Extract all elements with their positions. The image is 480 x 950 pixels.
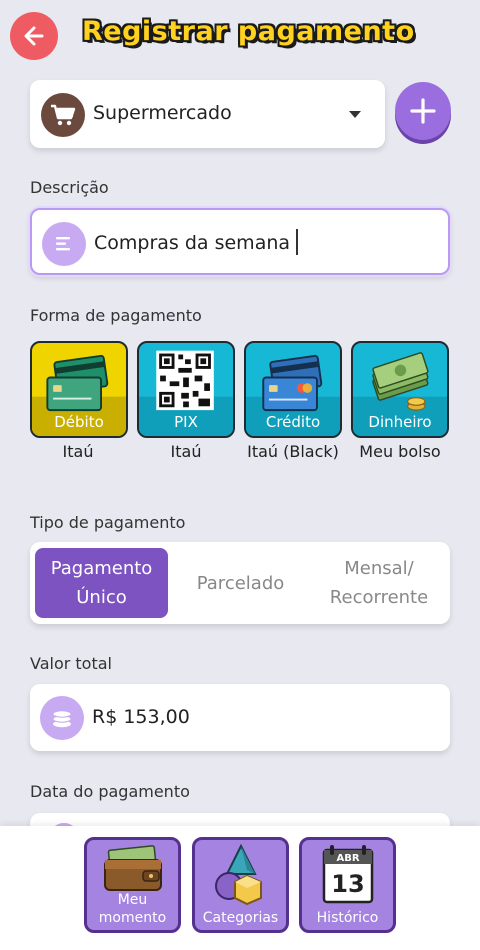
nav-categorias[interactable]: Categorias: [192, 837, 289, 933]
payment-option-pix[interactable]: PIX: [137, 341, 235, 438]
nav-meu-momento[interactable]: Meu momento: [84, 837, 181, 933]
total-value: R$ 153,00: [92, 706, 190, 728]
chevron-down-icon: [349, 111, 361, 118]
description-input[interactable]: Compras da semana: [30, 208, 450, 275]
header: Registrar pagamento: [0, 0, 480, 72]
add-category-button[interactable]: [395, 82, 451, 140]
payment-option-account: Itaú: [62, 442, 94, 461]
calendar-month: ABR: [336, 853, 359, 864]
category-select[interactable]: Supermercado: [30, 80, 385, 148]
payment-option-name: Crédito: [265, 413, 321, 431]
payment-type-parcelado[interactable]: Parcelado: [178, 548, 303, 618]
description-value: Compras da semana: [94, 232, 291, 254]
payment-type-label: Tipo de pagamento: [30, 513, 186, 532]
payment-option-account: Meu bolso: [359, 442, 441, 461]
nav-label: Meu momento: [98, 892, 167, 926]
text-cursor: [296, 228, 299, 255]
payment-option-credito[interactable]: Crédito: [244, 341, 342, 438]
back-button[interactable]: [10, 12, 58, 60]
payment-type-selector: Pagamento Único Parcelado Mensal/ Recorr…: [30, 542, 450, 624]
category-label: Supermercado: [93, 102, 232, 124]
nav-label: Categorias: [202, 910, 279, 926]
nav-label: Histórico: [316, 910, 379, 926]
arrow-left-icon: [24, 26, 44, 46]
payment-option-name: PIX: [174, 413, 198, 431]
shopping-cart-icon: [41, 93, 85, 137]
calendar-day: 13: [331, 870, 364, 898]
payment-option-name: Débito: [54, 413, 104, 431]
nav-historico[interactable]: ABR 13 Histórico: [299, 837, 396, 933]
total-value-label: Valor total: [30, 654, 112, 673]
coins-icon: [40, 696, 84, 740]
payment-date-label: Data do pagamento: [30, 782, 190, 801]
payment-option-name: Dinheiro: [368, 413, 432, 431]
bottom-navigation: Meu momento Categorias ABR 13 Histórico: [0, 826, 480, 950]
plus-icon: [410, 98, 436, 124]
text-lines-icon: [42, 222, 86, 266]
description-label: Descrição: [30, 178, 109, 197]
payment-type-unico[interactable]: Pagamento Único: [35, 548, 168, 618]
total-value-input[interactable]: R$ 153,00: [30, 684, 450, 751]
payment-option-account: Itaú: [170, 442, 202, 461]
payment-option-debito[interactable]: Débito: [30, 341, 128, 438]
payment-option-dinheiro[interactable]: Dinheiro: [351, 341, 449, 438]
payment-method-label: Forma de pagamento: [30, 306, 202, 325]
page-title: Registrar pagamento: [82, 16, 415, 47]
payment-type-recorrente[interactable]: Mensal/ Recorrente: [313, 548, 445, 618]
payment-option-account: Itaú (Black): [247, 442, 339, 461]
